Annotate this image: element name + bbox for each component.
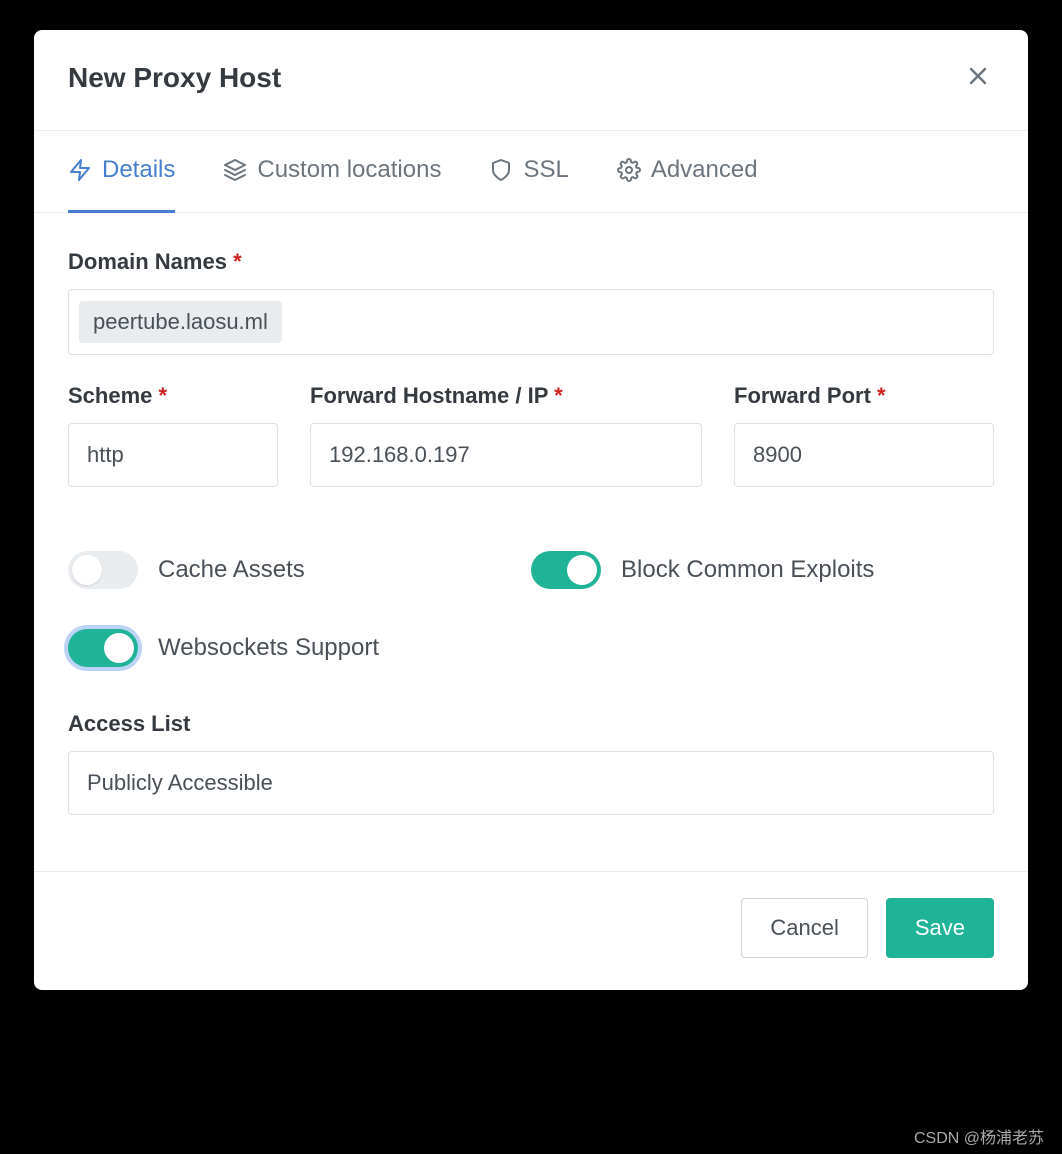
tab-custom-locations[interactable]: Custom locations <box>223 132 441 213</box>
forward-port-group: Forward Port * <box>734 383 994 487</box>
toggle-knob <box>567 555 597 585</box>
tab-advanced[interactable]: Advanced <box>617 132 758 213</box>
layers-icon <box>223 158 247 182</box>
cache-assets-item: Cache Assets <box>68 551 531 589</box>
cache-assets-label: Cache Assets <box>158 556 305 584</box>
domain-tag[interactable]: peertube.laosu.ml <box>79 301 282 343</box>
forward-row: Scheme * Forward Hostname / IP * Forward… <box>68 383 994 515</box>
close-button[interactable] <box>962 60 994 96</box>
tab-details[interactable]: Details <box>68 132 175 213</box>
tab-label: Advanced <box>651 156 758 184</box>
forward-hostname-group: Forward Hostname / IP * <box>310 383 702 487</box>
close-icon <box>966 64 990 88</box>
domain-names-label: Domain Names * <box>68 249 994 275</box>
modal-title: New Proxy Host <box>68 62 281 94</box>
websockets-toggle[interactable] <box>68 629 138 667</box>
modal-body: Domain Names * peertube.laosu.ml Scheme … <box>34 213 1028 871</box>
forward-hostname-input[interactable] <box>310 423 702 487</box>
block-exploits-item: Block Common Exploits <box>531 551 994 589</box>
save-button[interactable]: Save <box>886 898 994 958</box>
tabs: Details Custom locations SSL Advanced <box>34 130 1028 213</box>
domain-names-group: Domain Names * peertube.laosu.ml <box>68 249 994 355</box>
scheme-label: Scheme * <box>68 383 278 409</box>
cache-assets-toggle[interactable] <box>68 551 138 589</box>
required-marker: * <box>233 249 242 274</box>
block-exploits-toggle[interactable] <box>531 551 601 589</box>
tab-label: SSL <box>523 156 568 184</box>
forward-port-label: Forward Port * <box>734 383 994 409</box>
required-marker: * <box>159 383 168 408</box>
required-marker: * <box>877 383 886 408</box>
zap-icon <box>68 158 92 182</box>
shield-icon <box>489 158 513 182</box>
new-proxy-host-modal: New Proxy Host Details Custom locations … <box>34 30 1028 990</box>
forward-port-input[interactable] <box>734 423 994 487</box>
tab-label: Details <box>102 156 175 184</box>
websockets-label: Websockets Support <box>158 634 379 662</box>
scheme-group: Scheme * <box>68 383 278 487</box>
cancel-button[interactable]: Cancel <box>741 898 867 958</box>
block-exploits-label: Block Common Exploits <box>621 556 874 584</box>
tab-label: Custom locations <box>257 156 441 184</box>
modal-header: New Proxy Host <box>34 30 1028 130</box>
required-marker: * <box>554 383 563 408</box>
toggle-knob <box>72 555 102 585</box>
scheme-select[interactable] <box>68 423 278 487</box>
domain-names-input[interactable]: peertube.laosu.ml <box>68 289 994 355</box>
access-list-label: Access List <box>68 711 994 737</box>
modal-footer: Cancel Save <box>34 871 1028 990</box>
watermark: CSDN @杨浦老苏 <box>914 1124 1044 1148</box>
forward-hostname-label: Forward Hostname / IP * <box>310 383 702 409</box>
gear-icon <box>617 158 641 182</box>
toggles-grid: Cache Assets Block Common Exploits Webso… <box>68 551 994 667</box>
toggle-knob <box>104 633 134 663</box>
websockets-item: Websockets Support <box>68 629 531 667</box>
access-list-select[interactable] <box>68 751 994 815</box>
access-list-group: Access List <box>68 711 994 815</box>
tab-ssl[interactable]: SSL <box>489 132 568 213</box>
